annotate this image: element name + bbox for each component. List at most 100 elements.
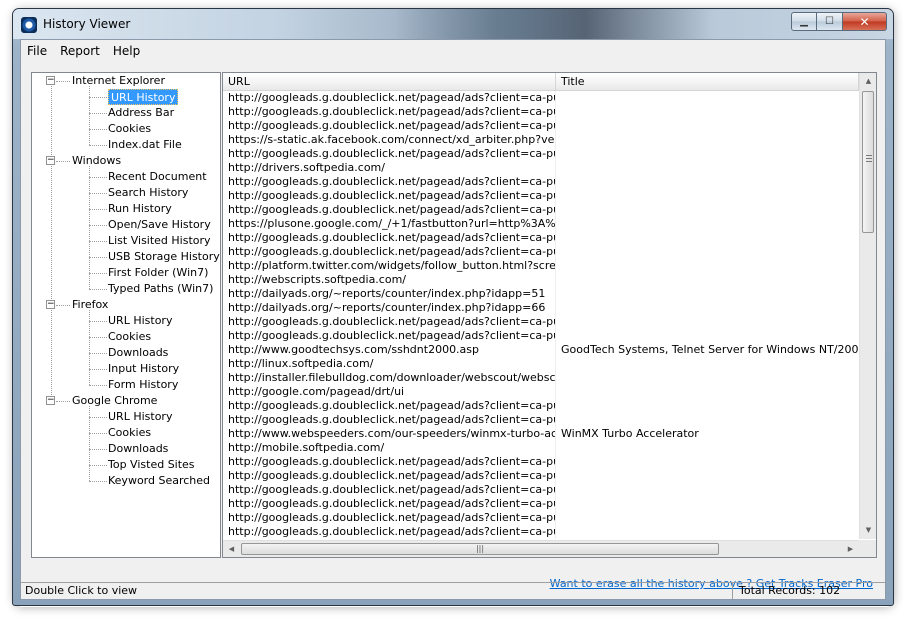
up-arrow-icon[interactable]: ▲ [860,73,876,90]
table-row[interactable]: http://googleads.g.doubleclick.net/pagea… [223,91,859,105]
title-cell [556,217,859,231]
title-cell [556,455,859,469]
grid-rows: http://googleads.g.doubleclick.net/pagea… [223,91,859,539]
table-row[interactable]: http://drivers.softpedia.com/ [223,161,859,175]
tree-item[interactable]: URL History [108,313,172,329]
tree-group[interactable]: Firefox [72,297,108,313]
table-row[interactable]: http://webscripts.softpedia.com/ [223,273,859,287]
menu-help[interactable]: Help [113,44,147,58]
table-row[interactable]: http://googleads.g.doubleclick.net/pagea… [223,525,859,539]
tree-item[interactable]: Cookies [108,425,151,441]
tree-item[interactable]: Run History [108,201,172,217]
table-row[interactable]: http://googleads.g.doubleclick.net/pagea… [223,399,859,413]
tree-item[interactable]: Keyword Searched [108,473,210,489]
table-row[interactable]: http://googleads.g.doubleclick.net/pagea… [223,175,859,189]
table-row[interactable]: http://googleads.g.doubleclick.net/pagea… [223,329,859,343]
url-cell: http://googleads.g.doubleclick.net/pagea… [223,189,556,203]
table-row[interactable]: http://www.webspeeders.com/our-speeders/… [223,427,859,441]
url-cell: http://googleads.g.doubleclick.net/pagea… [223,469,556,483]
title-cell [556,315,859,329]
menu-file[interactable]: File [27,44,54,58]
title-cell [556,329,859,343]
history-grid[interactable]: URL Title http://googleads.g.doubleclick… [222,72,877,558]
table-row[interactable]: http://installer.filebulldog.com/downloa… [223,371,859,385]
scroll-corner [859,540,876,557]
title-cell [556,161,859,175]
column-header-title[interactable]: Title [556,73,859,91]
title-cell [556,525,859,539]
client-area: File Report Help − Internet Explorer URL H… [20,39,886,600]
vertical-scrollbar[interactable]: ▲ ▼ [859,73,876,539]
table-row[interactable]: http://googleads.g.doubleclick.net/pagea… [223,455,859,469]
down-arrow-icon[interactable]: ▼ [860,522,876,539]
tree-item[interactable]: Downloads [108,345,168,361]
url-cell: http://googleads.g.doubleclick.net/pagea… [223,329,556,343]
minus-expander-icon[interactable]: − [46,300,55,309]
table-row[interactable]: http://googleads.g.doubleclick.net/pagea… [223,189,859,203]
tree-item[interactable]: Search History [108,185,188,201]
tree-item[interactable]: Recent Document [108,169,207,185]
table-row[interactable]: http://platform.twitter.com/widgets/foll… [223,259,859,273]
table-row[interactable]: http://googleads.g.doubleclick.net/pagea… [223,231,859,245]
table-row[interactable]: http://googleads.g.doubleclick.net/pagea… [223,497,859,511]
tree-item[interactable]: Typed Paths (Win7) [108,281,213,297]
horizontal-scrollbar[interactable]: ◀ ||| ▶ [223,540,859,557]
minimize-icon: ▁ [800,16,808,27]
tree-item[interactable]: First Folder (Win7) [108,265,208,281]
close-button[interactable]: ✕ [843,12,887,31]
left-arrow-icon[interactable]: ◀ [223,541,240,557]
title-cell [556,259,859,273]
table-row[interactable]: http://googleads.g.doubleclick.net/pagea… [223,119,859,133]
table-row[interactable]: http://googleads.g.doubleclick.net/pagea… [223,413,859,427]
title-cell [556,133,859,147]
table-row[interactable]: http://googleads.g.doubleclick.net/pagea… [223,511,859,525]
table-row[interactable]: http://googleads.g.doubleclick.net/pagea… [223,105,859,119]
table-row[interactable]: http://googleads.g.doubleclick.net/pagea… [223,483,859,497]
maximize-button[interactable]: ☐ [817,12,843,31]
tree-item[interactable]: URL History [108,89,179,105]
minus-expander-icon[interactable]: − [46,76,55,85]
column-header-url[interactable]: URL [223,73,556,91]
url-cell: http://googleads.g.doubleclick.net/pagea… [223,483,556,497]
table-row[interactable]: http://googleads.g.doubleclick.net/pagea… [223,469,859,483]
minus-expander-icon[interactable]: − [46,156,55,165]
title-cell [556,483,859,497]
table-row[interactable]: http://google.com/pagead/drt/ui [223,385,859,399]
tree-item[interactable]: Cookies [108,329,151,345]
minimize-button[interactable]: ▁ [791,12,817,31]
tree-item[interactable]: List Visited History [108,233,211,249]
table-row[interactable]: http://googleads.g.doubleclick.net/pagea… [223,203,859,217]
tree-item[interactable]: Open/Save History [108,217,211,233]
tree-item[interactable]: USB Storage History [108,249,220,265]
table-row[interactable]: http://dailyads.org/~reports/counter/ind… [223,301,859,315]
menu-report[interactable]: Report [60,44,107,58]
table-row[interactable]: http://googleads.g.doubleclick.net/pagea… [223,147,859,161]
url-cell: http://mobile.softpedia.com/ [223,441,556,455]
table-row[interactable]: http://www.goodtechsys.com/sshdnt2000.as… [223,343,859,357]
tree-item[interactable]: Index.dat File [108,137,182,153]
tree-item[interactable]: Form History [108,377,178,393]
history-source-tree[interactable]: − Internet Explorer URL History Address Bar… [31,72,221,558]
tree-group[interactable]: Windows [72,153,121,169]
table-row[interactable]: http://googleads.g.doubleclick.net/pagea… [223,245,859,259]
tree-item[interactable]: Downloads [108,441,168,457]
tree-item[interactable]: Cookies [108,121,151,137]
table-row[interactable]: http://dailyads.org/~reports/counter/ind… [223,287,859,301]
table-row[interactable]: https://plusone.google.com/_/+1/fastbutt… [223,217,859,231]
title-bar[interactable]: History Viewer ▁ ☐ ✕ [13,9,893,39]
vertical-scroll-thumb[interactable] [862,91,874,233]
tree-group[interactable]: Google Chrome [72,393,157,409]
table-row[interactable]: http://mobile.softpedia.com/ [223,441,859,455]
table-row[interactable]: http://googleads.g.doubleclick.net/pagea… [223,315,859,329]
url-cell: https://plusone.google.com/_/+1/fastbutt… [223,217,556,231]
right-arrow-icon[interactable]: ▶ [842,541,859,557]
horizontal-scroll-thumb[interactable]: ||| [241,543,719,555]
tree-group[interactable]: Internet Explorer [72,73,165,89]
minus-expander-icon[interactable]: − [46,396,55,405]
tree-item[interactable]: Input History [108,361,179,377]
tree-item[interactable]: Address Bar [108,105,174,121]
table-row[interactable]: http://linux.softpedia.com/ [223,357,859,371]
table-row[interactable]: https://s-static.ak.facebook.com/connect… [223,133,859,147]
tree-item[interactable]: Top Visted Sites [108,457,195,473]
tree-item[interactable]: URL History [108,409,172,425]
